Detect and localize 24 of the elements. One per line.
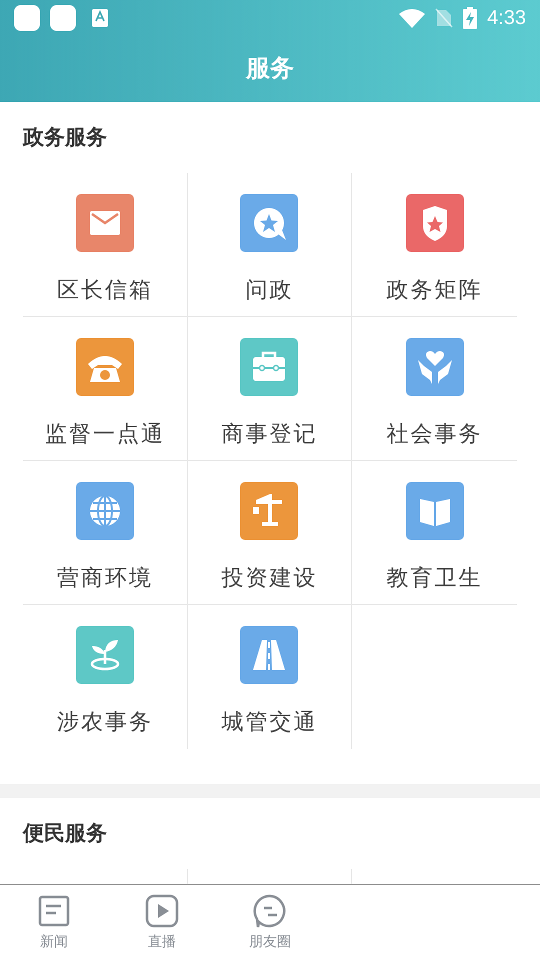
status-time: 4:33 [487, 6, 526, 31]
service-tile[interactable]: 涉农事务 [23, 605, 188, 749]
service-tile[interactable]: 营商环境 [23, 461, 188, 605]
play-icon [145, 894, 179, 928]
notification-icon [14, 5, 40, 31]
service-tile[interactable]: 问政 [188, 173, 352, 317]
section-title: 便民服务 [23, 820, 107, 847]
service-tile[interactable]: 教育卫生 [352, 461, 517, 605]
wifi-icon [399, 8, 426, 28]
keyboard-icon [92, 9, 108, 27]
section-title: 政务服务 [23, 124, 107, 151]
notification-icon [50, 5, 76, 31]
document-icon [37, 894, 71, 928]
service-tile[interactable]: 监督一点通 [23, 317, 188, 461]
page-title: 服务 [246, 54, 294, 84]
service-tile[interactable]: 商事登记 [188, 317, 352, 461]
no-sim-icon [435, 8, 454, 28]
service-tile[interactable]: 社会事务 [352, 317, 517, 461]
service-tile[interactable]: 投资建设 [188, 461, 352, 605]
service-tile[interactable]: 政务矩阵 [352, 173, 517, 317]
battery-charging-icon [463, 7, 478, 29]
chat-bubble-icon [253, 894, 287, 928]
service-tile[interactable]: 区长信箱 [23, 173, 188, 317]
service-tile[interactable]: 城管交通 [188, 605, 352, 749]
